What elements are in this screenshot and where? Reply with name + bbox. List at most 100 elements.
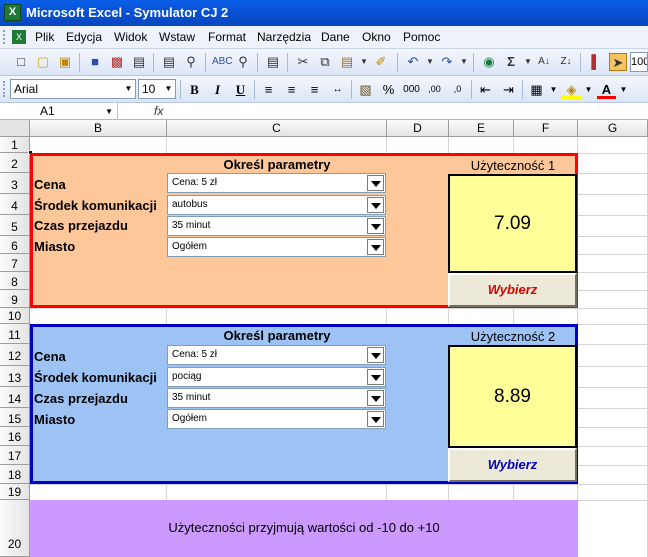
hyperlink-icon[interactable]: ◉ — [480, 53, 498, 71]
column-header-b[interactable]: B — [30, 120, 167, 137]
print-icon[interactable]: ▤ — [160, 53, 178, 71]
comma-icon[interactable]: 000 — [402, 80, 421, 99]
chevron-down-icon[interactable]: ▼ — [122, 80, 135, 98]
row-header[interactable]: 1 — [0, 137, 30, 153]
select-all-corner[interactable] — [0, 120, 30, 137]
travel-time-select-1[interactable]: 35 minut — [167, 216, 386, 236]
italic-icon[interactable]: I — [208, 80, 227, 99]
chevron-down-icon[interactable] — [367, 239, 384, 255]
menu-file[interactable]: Plik — [35, 30, 54, 44]
bold-icon[interactable]: B — [185, 80, 204, 99]
row-header[interactable]: 10 — [0, 308, 30, 324]
row-header[interactable]: 9 — [0, 290, 30, 308]
align-right-icon[interactable]: ≡ — [305, 80, 324, 99]
toolbar-grip-icon[interactable] — [3, 30, 7, 44]
city-select-1[interactable]: Ogółem — [167, 237, 386, 257]
chart-wizard-icon[interactable]: ▌ — [587, 53, 605, 71]
price-select-2[interactable]: Cena: 5 zł — [167, 345, 386, 365]
menu-edit[interactable]: Edycja — [66, 30, 102, 44]
zoom-box[interactable]: 100 — [630, 52, 648, 72]
chevron-down-icon[interactable] — [367, 390, 384, 406]
row-header[interactable]: 6 — [0, 236, 30, 254]
format-painter-icon[interactable]: ✐ — [372, 53, 390, 71]
chevron-down-icon[interactable] — [367, 369, 384, 385]
toolbar-grip-icon[interactable] — [3, 81, 7, 97]
align-left-icon[interactable]: ≡ — [259, 80, 278, 99]
price-select-1[interactable]: Cena: 5 zł — [167, 173, 386, 193]
row-header[interactable]: 19 — [0, 484, 30, 500]
menu-window[interactable]: Okno — [362, 30, 391, 44]
underline-icon[interactable]: U — [231, 80, 250, 99]
font-size-dropdown[interactable]: 10 ▼ — [138, 79, 176, 99]
menu-insert[interactable]: Wstaw — [159, 30, 195, 44]
row-header[interactable]: 3 — [0, 173, 30, 194]
percent-icon[interactable]: % — [379, 80, 398, 99]
copy-icon[interactable]: ⧉ — [316, 53, 334, 71]
print-preview-icon[interactable]: ▩ — [108, 53, 126, 71]
row-header[interactable]: 15 — [0, 408, 30, 427]
column-header-d[interactable]: D — [387, 120, 449, 137]
row-header[interactable]: 14 — [0, 387, 30, 408]
travel-time-select-2[interactable]: 35 minut — [167, 388, 386, 408]
menu-data[interactable]: Dane — [321, 30, 350, 44]
decrease-decimal-icon[interactable]: ,0 — [448, 80, 467, 99]
paste-dropdown-icon[interactable]: ▼ — [355, 53, 373, 71]
borders-dropdown-icon[interactable]: ▼ — [544, 80, 563, 99]
font-name-dropdown[interactable]: Arial ▼ — [10, 79, 136, 99]
workbook-icon[interactable]: X — [12, 30, 26, 44]
row-header[interactable]: 20 — [0, 500, 30, 557]
menu-help[interactable]: Pomoc — [403, 30, 440, 44]
drawing-icon[interactable]: ➤ — [609, 53, 627, 71]
transport-select-2[interactable]: pociąg — [167, 367, 386, 387]
row-header[interactable]: 16 — [0, 427, 30, 446]
sort-ascending-icon[interactable]: A↓ — [535, 53, 553, 71]
print-preview-icon[interactable]: ⚲ — [182, 53, 200, 71]
research-icon[interactable]: ▤ — [264, 53, 282, 71]
column-header-g[interactable]: G — [578, 120, 648, 137]
increase-indent-icon[interactable]: ⇥ — [499, 80, 518, 99]
print-icon[interactable]: ▤ — [130, 53, 148, 71]
row-header[interactable]: 12 — [0, 344, 30, 366]
fill-color-dropdown-icon[interactable]: ▼ — [579, 80, 598, 99]
row-header[interactable]: 13 — [0, 366, 30, 387]
font-color-dropdown-icon[interactable]: ▼ — [614, 80, 633, 99]
chevron-down-icon[interactable] — [367, 175, 384, 191]
autosum-icon[interactable]: Σ — [502, 53, 520, 71]
menu-format[interactable]: Format — [208, 30, 246, 44]
spelling-icon[interactable]: ABC — [212, 53, 233, 71]
decrease-indent-icon[interactable]: ⇤ — [476, 80, 495, 99]
choose-button-1[interactable]: Wybierz — [448, 273, 577, 307]
menu-view[interactable]: Widok — [114, 30, 147, 44]
column-header-e[interactable]: E — [449, 120, 514, 137]
menu-tools[interactable]: Narzędzia — [257, 30, 311, 44]
row-header[interactable]: 8 — [0, 272, 30, 290]
transport-select-1[interactable]: autobus — [167, 195, 386, 215]
insert-function-icon[interactable]: fx — [154, 103, 163, 120]
column-header-c[interactable]: C — [167, 120, 387, 137]
chevron-down-icon[interactable] — [367, 218, 384, 234]
row-header[interactable]: 11 — [0, 324, 30, 344]
name-box[interactable]: A1 ▼ — [2, 103, 118, 120]
save-icon[interactable]: ■ — [86, 53, 104, 71]
chevron-down-icon[interactable]: ▼ — [162, 80, 175, 98]
cut-icon[interactable]: ✂ — [294, 53, 312, 71]
permission-icon[interactable]: ▣ — [56, 53, 74, 71]
city-select-2[interactable]: Ogółem — [167, 409, 386, 429]
chevron-down-icon[interactable] — [367, 197, 384, 213]
excel-app-icon[interactable]: X — [4, 4, 21, 21]
increase-decimal-icon[interactable]: ,00 — [425, 80, 444, 99]
research-icon[interactable]: ⚲ — [234, 53, 252, 71]
row-header[interactable]: 2 — [0, 153, 30, 173]
new-icon[interactable]: □ — [12, 53, 30, 71]
sort-descending-icon[interactable]: Z↓ — [557, 53, 575, 71]
currency-icon[interactable]: ▧ — [356, 80, 375, 99]
redo-icon[interactable]: ↷ — [438, 53, 456, 71]
redo-dropdown-icon[interactable]: ▼ — [455, 53, 473, 71]
undo-dropdown-icon[interactable]: ▼ — [421, 53, 439, 71]
align-center-icon[interactable]: ≡ — [282, 80, 301, 99]
row-header[interactable]: 17 — [0, 446, 30, 465]
chevron-down-icon[interactable]: ▼ — [105, 103, 113, 120]
column-header-f[interactable]: F — [514, 120, 578, 137]
row-header[interactable]: 18 — [0, 465, 30, 484]
row-header[interactable]: 7 — [0, 254, 30, 272]
